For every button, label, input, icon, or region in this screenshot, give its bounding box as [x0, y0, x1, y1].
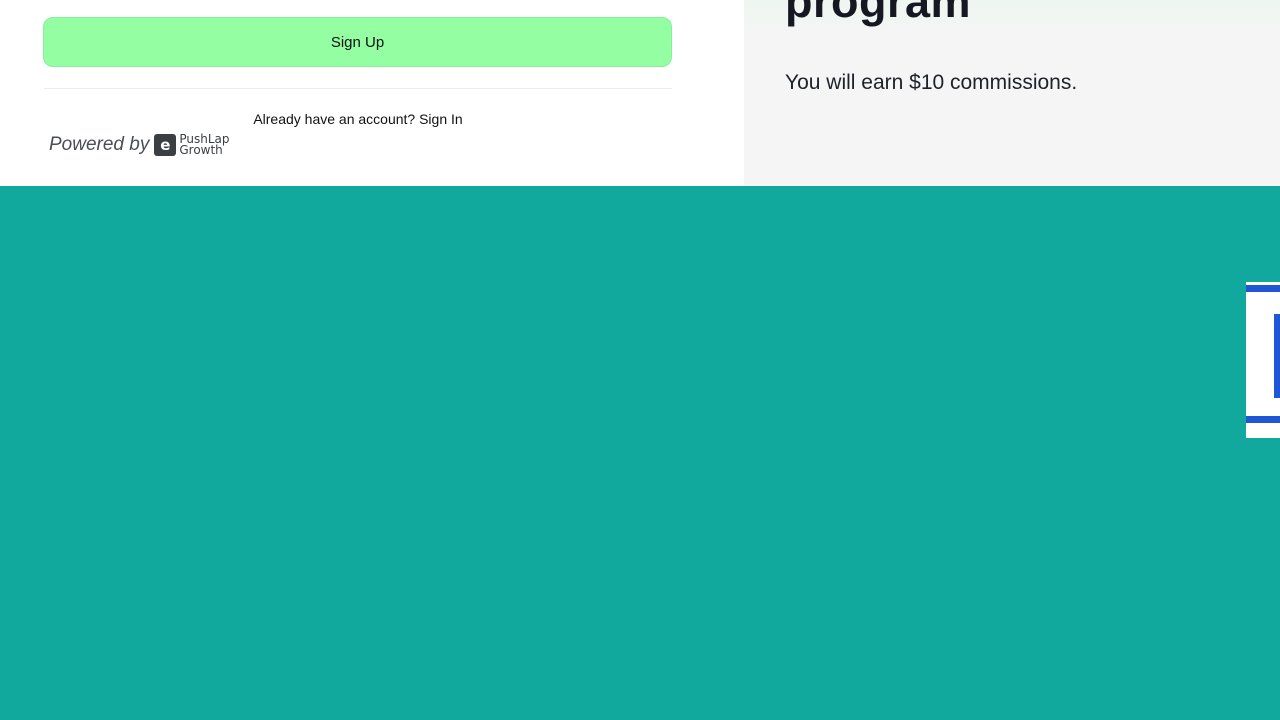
pushlap-logo-wordmark: PushLap Growth	[179, 133, 229, 157]
program-info-panel: program You will earn $10 commissions.	[744, 0, 1280, 186]
widget-icon	[1274, 314, 1280, 398]
widget-top-bar	[1246, 285, 1280, 292]
signup-page-region: Sign Up Already have an account? Sign In…	[0, 0, 1280, 186]
signup-form-panel: Sign Up Already have an account? Sign In…	[0, 0, 744, 186]
pushlap-logo-icon: e	[154, 134, 177, 156]
sign-up-button[interactable]: Sign Up	[43, 17, 672, 67]
form-divider	[44, 88, 672, 89]
sign-in-prompt: Already have an account? Sign In	[44, 111, 672, 127]
sign-in-link[interactable]: Sign In	[419, 111, 463, 127]
powered-by-badge[interactable]: Powered by e PushLap Growth	[49, 132, 230, 158]
program-title: program	[785, 0, 972, 27]
powered-by-label: Powered by	[49, 134, 150, 155]
sign-in-prompt-text: Already have an account?	[253, 111, 420, 127]
side-widget-tab[interactable]	[1246, 282, 1280, 438]
widget-bottom-bar	[1246, 416, 1280, 423]
commission-text: You will earn $10 commissions.	[785, 71, 1078, 94]
logo-line-2: Growth	[179, 143, 223, 157]
